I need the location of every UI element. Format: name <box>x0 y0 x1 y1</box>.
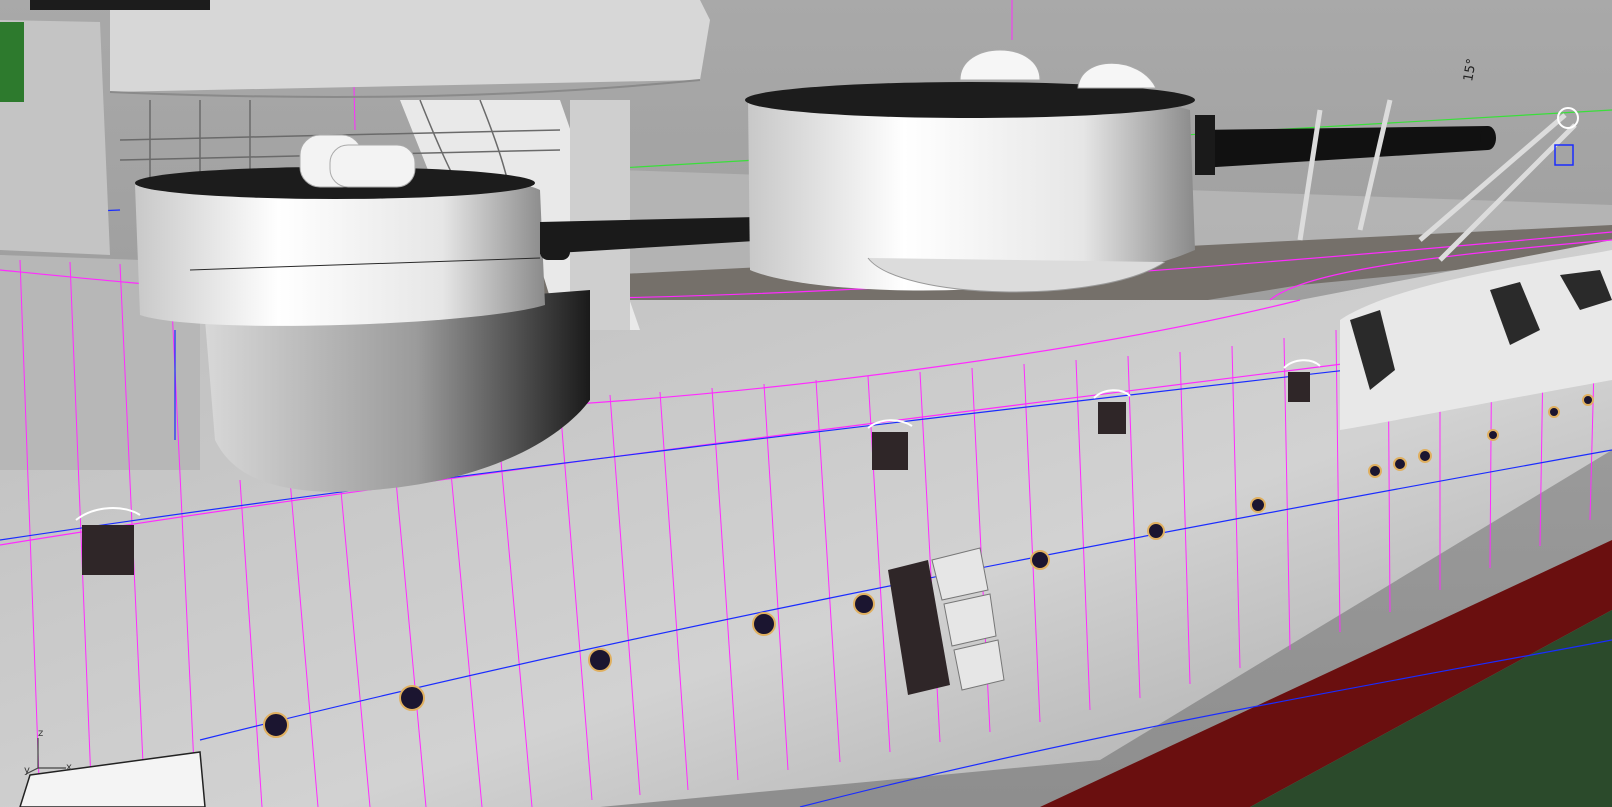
ship-model-render[interactable]: 15° <box>0 0 1612 807</box>
axis-x-label: x <box>66 762 72 773</box>
axes-glyph <box>25 738 66 775</box>
world-axes-icon: z y x <box>18 728 88 788</box>
top-gun-barrel <box>30 0 210 10</box>
axis-z-label: z <box>38 728 44 739</box>
rhino-perspective-viewport[interactable]: 15° z y x <box>0 0 1612 807</box>
turret-b-hood-2 <box>329 144 416 188</box>
axis-y-label: y <box>24 765 30 776</box>
green-panel <box>0 22 24 102</box>
